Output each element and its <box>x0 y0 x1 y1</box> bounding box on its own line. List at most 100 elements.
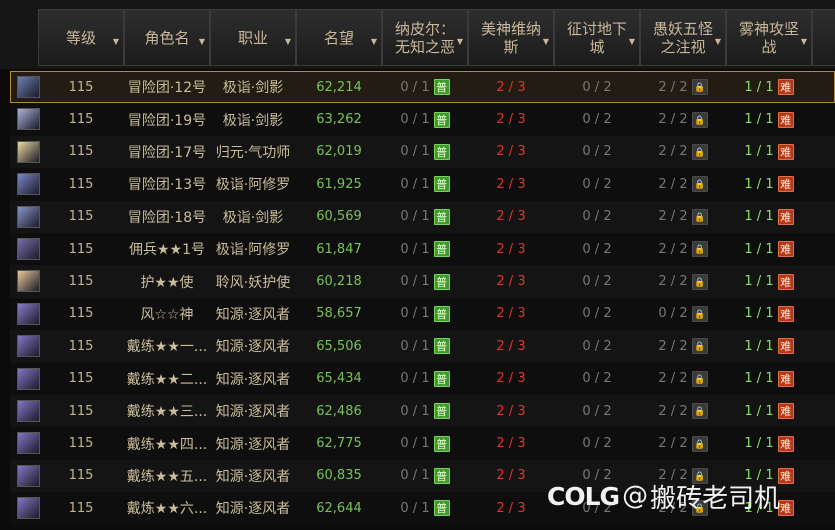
name-value: 戴练★★四... <box>126 436 208 453</box>
cell-d2: 2 / 3 <box>468 460 554 492</box>
table-row[interactable]: 115 佣兵★★1号 极诣·阿修罗 61,847 0 / 1普 2 / 3 0 / 2 2 /… <box>10 233 835 266</box>
cell-name: 戴练★★四... <box>124 427 210 459</box>
cell-d5: 1 / 1难 <box>726 103 812 135</box>
lock-icon: 🔒 <box>691 143 708 160</box>
header-dungeon-five-monsters[interactable]: 愚妖五怪 之注视 ▼ <box>640 9 726 66</box>
cell-name: 戴练★★二... <box>124 363 210 395</box>
d5-value: 1 / 1 <box>744 209 774 225</box>
normal-badge: 普 <box>433 79 450 96</box>
character-avatar <box>17 76 40 98</box>
table-row[interactable]: 115 戴练★★一... 知源·逐风者 65,506 0 / 1普 2 / 3 0 / 2 2… <box>10 330 835 363</box>
cell-d5: 1 / 1难 <box>726 395 812 427</box>
cell-d2: 2 / 3 <box>468 168 554 200</box>
header-dungeon-underground[interactable]: 征讨地下城 ▼ <box>554 9 640 66</box>
d1-value: 0 / 1 <box>400 241 430 257</box>
header-dungeon-mist-god[interactable]: 雾神攻坚战 ▼ <box>726 9 812 66</box>
hard-badge: 难 <box>777 370 794 387</box>
table-row[interactable]: 115 冒险团·13号 极诣·阿修罗 61,925 0 / 1普 2 / 3 0 / 2 2 … <box>10 168 835 201</box>
watermark-text: 搬砖老司机 <box>650 483 781 514</box>
level-value: 115 <box>68 500 94 516</box>
cell-class: 知源·逐风者 <box>210 427 296 459</box>
normal-badge: 普 <box>433 176 450 193</box>
table-row[interactable]: 115 戴练★★二... 知源·逐风者 65,434 0 / 1普 2 / 3 0 / 2 2… <box>10 362 835 395</box>
sort-arrow-icon: ▼ <box>628 37 635 46</box>
cell-fame: 62,019 <box>296 136 382 168</box>
name-value: 冒险团·12号 <box>127 80 207 97</box>
class-value: 知源·逐风者 <box>215 468 291 485</box>
character-avatar <box>17 432 40 455</box>
hard-badge: 难 <box>777 79 794 96</box>
level-value: 115 <box>68 209 94 225</box>
cell-d1: 0 / 1普 <box>382 71 468 103</box>
character-avatar <box>17 335 40 358</box>
cell-d3: 0 / 2 <box>554 265 640 297</box>
cell-class: 极诣·阿修罗 <box>210 168 296 200</box>
cell-d3: 0 / 2 <box>554 427 640 459</box>
d1-value: 0 / 1 <box>400 500 430 516</box>
d1-value: 0 / 1 <box>400 274 430 290</box>
cell-d4: 2 / 2 🔒 <box>640 103 726 135</box>
d5-value: 1 / 1 <box>744 306 774 322</box>
table-row[interactable]: 115 戴练★★三... 知源·逐风者 62,486 0 / 1普 2 / 3 0 / 2 2… <box>10 395 835 428</box>
cell-d1: 0 / 1普 <box>382 492 468 524</box>
d3-value: 0 / 2 <box>582 403 612 419</box>
d5-value: 1 / 1 <box>744 241 774 257</box>
table-row[interactable]: 115 冒险团·18号 极诣·剑影 60,569 0 / 1普 2 / 3 0 / 2 2 /… <box>10 200 835 233</box>
header-dungeon-napier[interactable]: 纳皮尔： 无知之恶 ▼ <box>382 9 468 66</box>
class-value: 极诣·剑影 <box>222 209 284 226</box>
header-class-label: 职业 <box>237 28 268 47</box>
d5-value: 1 / 1 <box>744 403 774 419</box>
d3-value: 0 / 2 <box>582 371 612 387</box>
cell-class: 知源·逐风者 <box>210 363 296 395</box>
class-value: 知源·逐风者 <box>215 404 291 421</box>
cell-fame: 63,262 <box>296 103 382 135</box>
normal-badge: 普 <box>433 208 450 225</box>
header-level-label: 等级 <box>65 28 96 47</box>
table-row[interactable]: 115 护★★使 聆风·妖护使 60,218 0 / 1普 2 / 3 0 / 2 2 / 2… <box>10 265 835 298</box>
table-row[interactable]: 115 冒险团·17号 归元·气功师 62,019 0 / 1普 2 / 3 0 / 2 2 … <box>10 135 835 169</box>
d2-value: 2 / 3 <box>496 436 526 452</box>
header-level[interactable]: 等级 ▼ <box>38 9 124 66</box>
d5-value: 1 / 1 <box>744 176 774 192</box>
d2-value: 2 / 3 <box>496 209 526 225</box>
cell-d4: 2 / 2 🔒 <box>640 71 726 103</box>
class-value: 知源·逐风者 <box>215 371 291 388</box>
cell-fame: 65,434 <box>296 363 382 395</box>
cell-fame: 60,835 <box>296 460 382 492</box>
name-value: 戴练★★三... <box>126 404 208 421</box>
d4-value: 2 / 2 <box>658 436 688 452</box>
table-row[interactable]: 115 冒险团·12号 极诣·剑影 62,214 0 / 1普 2 / 3 0 / 2 2 /… <box>10 71 835 104</box>
hard-badge: 难 <box>777 208 794 225</box>
level-value: 115 <box>68 468 94 484</box>
header-d4-label: 愚妖五怪 之注视 <box>652 19 713 56</box>
table-row[interactable]: 115 冒险团·19号 极诣·剑影 63,262 0 / 1普 2 / 3 0 / 2 2 /… <box>10 103 835 136</box>
cell-fame: 62,644 <box>296 492 382 524</box>
cell-level: 115 <box>38 363 124 395</box>
d3-value: 0 / 2 <box>582 79 612 95</box>
d2-value: 2 / 3 <box>496 338 526 354</box>
cell-d5: 1 / 1难 <box>726 298 812 330</box>
header-fame-label: 名望 <box>323 28 354 47</box>
header-fame[interactable]: 名望 ▼ <box>296 9 382 66</box>
table-row[interactable]: 115 风☆☆神 知源·逐风者 58,657 0 / 1普2 / 30 / 20 / 2… <box>10 297 835 331</box>
d4-value: 2 / 2 <box>658 209 688 225</box>
level-value: 115 <box>68 144 94 160</box>
header-class[interactable]: 职业 ▼ <box>210 9 296 66</box>
d1-value: 0 / 1 <box>400 176 430 192</box>
hard-badge: 难 <box>777 273 794 290</box>
header-name[interactable]: 角色名 ▼ <box>124 9 210 66</box>
fame-value: 62,214 <box>316 79 362 95</box>
table-row[interactable]: 115 戴练★★四... 知源·逐风者 62,775 0 / 1普 2 / 3 0 / 2 2… <box>10 427 835 460</box>
cell-name: 佣兵★★1号 <box>124 233 210 265</box>
cell-name: 风☆☆神 <box>124 298 210 330</box>
header-dungeon-venus[interactable]: 美神维纳斯 ▼ <box>468 9 554 66</box>
fame-value: 62,775 <box>316 436 362 452</box>
level-value: 115 <box>68 176 94 192</box>
class-value: 极诣·剑影 <box>222 112 284 129</box>
cell-d3: 0 / 2 <box>554 330 640 362</box>
d4-value: 2 / 2 <box>658 176 688 192</box>
character-avatar <box>17 302 40 325</box>
fame-value: 60,569 <box>316 209 362 225</box>
cell-d5: 1 / 1难 <box>726 363 812 395</box>
class-value: 知源·逐风者 <box>215 306 291 323</box>
